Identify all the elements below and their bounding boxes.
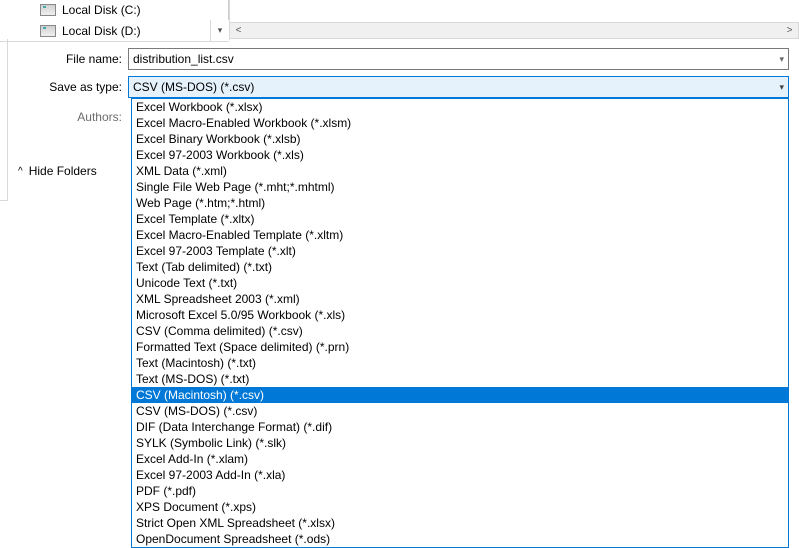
filetype-option[interactable]: XML Spreadsheet 2003 (*.xml) <box>132 291 788 307</box>
drive-icon <box>40 25 56 37</box>
saveastype-value: CSV (MS-DOS) (*.csv) <box>133 80 254 94</box>
filetype-option[interactable]: Excel 97-2003 Template (*.xlt) <box>132 243 788 259</box>
filetype-option[interactable]: Excel 97-2003 Workbook (*.xls) <box>132 147 788 163</box>
filetype-option[interactable]: PDF (*.pdf) <box>132 483 788 499</box>
filetype-option[interactable]: DIF (Data Interchange Format) (*.dif) <box>132 419 788 435</box>
filetype-option[interactable]: Microsoft Excel 5.0/95 Workbook (*.xls) <box>132 307 788 323</box>
filetype-option[interactable]: CSV (Macintosh) (*.csv) <box>132 387 788 403</box>
horizontal-scrollbar[interactable]: < > <box>229 22 799 39</box>
saveastype-combo[interactable]: CSV (MS-DOS) (*.csv) ▾ <box>128 76 789 98</box>
filetype-option[interactable]: Excel Template (*.xltx) <box>132 211 788 227</box>
chevron-down-icon: ▾ <box>218 25 223 36</box>
filetype-option[interactable]: Unicode Text (*.txt) <box>132 275 788 291</box>
filetype-option[interactable]: Text (Tab delimited) (*.txt) <box>132 259 788 275</box>
filetype-option[interactable]: XML Data (*.xml) <box>132 163 788 179</box>
filetype-option[interactable]: Formatted Text (Space delimited) (*.prn) <box>132 339 788 355</box>
chevron-up-icon: ^ <box>18 166 23 177</box>
filetype-option[interactable]: Single File Web Page (*.mht;*.mhtml) <box>132 179 788 195</box>
filename-label: File name: <box>0 52 128 66</box>
tree-expand-button[interactable]: ▾ <box>210 20 229 41</box>
tree-item-label: Local Disk (D:) <box>62 24 141 38</box>
filetype-option[interactable]: Excel Add-In (*.xlam) <box>132 451 788 467</box>
chevron-down-icon[interactable]: ▾ <box>779 54 784 65</box>
filetype-option[interactable]: XPS Document (*.xps) <box>132 499 788 515</box>
filetype-option[interactable]: SYLK (Symbolic Link) (*.slk) <box>132 435 788 451</box>
filetype-option[interactable]: Excel Macro-Enabled Template (*.xltm) <box>132 227 788 243</box>
drive-icon <box>40 4 56 16</box>
scroll-right-icon[interactable]: > <box>781 25 798 36</box>
tree-item-drive-d[interactable]: Local Disk (D:) <box>0 20 210 41</box>
filetype-option[interactable]: Text (MS-DOS) (*.txt) <box>132 371 788 387</box>
tree-item-drive-c[interactable]: Local Disk (C:) <box>0 0 229 20</box>
saveastype-dropdown-list[interactable]: Excel Workbook (*.xlsx)Excel Macro-Enabl… <box>131 98 789 548</box>
authors-label: Authors: <box>0 110 128 124</box>
filename-input[interactable]: distribution_list.csv ▾ <box>128 48 789 70</box>
hide-folders-label: Hide Folders <box>29 164 97 178</box>
filetype-option[interactable]: Text (Macintosh) (*.txt) <box>132 355 788 371</box>
filename-value: distribution_list.csv <box>133 52 234 66</box>
filetype-option[interactable]: Strict Open XML Spreadsheet (*.xlsx) <box>132 515 788 531</box>
filetype-option[interactable]: Excel Macro-Enabled Workbook (*.xlsm) <box>132 115 788 131</box>
chevron-down-icon[interactable]: ▾ <box>779 82 784 93</box>
filetype-option[interactable]: CSV (MS-DOS) (*.csv) <box>132 403 788 419</box>
saveastype-label: Save as type: <box>0 80 128 94</box>
filetype-option[interactable]: Web Page (*.htm;*.html) <box>132 195 788 211</box>
filetype-option[interactable]: Excel Binary Workbook (*.xlsb) <box>132 131 788 147</box>
tree-item-label: Local Disk (C:) <box>62 3 141 17</box>
hide-folders-button[interactable]: ^ Hide Folders <box>18 164 97 178</box>
filetype-option[interactable]: OpenDocument Spreadsheet (*.ods) <box>132 531 788 547</box>
filetype-option[interactable]: CSV (Comma delimited) (*.csv) <box>132 323 788 339</box>
scroll-left-icon[interactable]: < <box>230 25 247 36</box>
filetype-option[interactable]: Excel Workbook (*.xlsx) <box>132 99 788 115</box>
filetype-option[interactable]: Excel 97-2003 Add-In (*.xla) <box>132 467 788 483</box>
